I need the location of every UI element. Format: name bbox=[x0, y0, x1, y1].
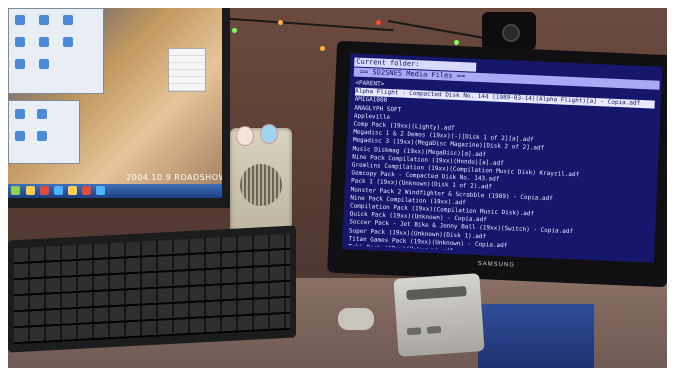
start-button-icon bbox=[11, 186, 20, 195]
folder-icon bbox=[63, 15, 73, 25]
taskbar-app-icon bbox=[68, 186, 77, 195]
keyboard bbox=[8, 225, 296, 353]
monitor-brand: SAMSUNG bbox=[477, 261, 516, 269]
folder-icon bbox=[63, 37, 73, 47]
webcam bbox=[482, 12, 536, 50]
figurine bbox=[236, 126, 254, 146]
figurine bbox=[260, 124, 278, 144]
cartridge-slot bbox=[406, 286, 467, 301]
taskbar bbox=[8, 184, 222, 198]
desktop-screen: 2004.10.9 ROADSHOW bbox=[8, 8, 222, 198]
taskbar-app-icon bbox=[26, 186, 35, 195]
folder-icon bbox=[39, 37, 49, 47]
taskbar-app-icon bbox=[40, 186, 49, 195]
photo: 2004.10.9 ROADSHOW Current folder: == SD… bbox=[8, 8, 667, 368]
string-light bbox=[454, 40, 459, 45]
folder-icon bbox=[37, 109, 47, 119]
file-explorer-window bbox=[8, 100, 80, 164]
controller bbox=[338, 308, 374, 330]
string-light bbox=[278, 20, 283, 25]
string-light bbox=[320, 46, 325, 51]
folder-icon bbox=[15, 37, 25, 47]
blue-box bbox=[478, 304, 594, 368]
file-list: <PARENT> Alpha Flight - Compacted Disk No… bbox=[348, 80, 655, 258]
taskbar-app-icon bbox=[54, 186, 63, 195]
folder-icon bbox=[39, 15, 49, 25]
keyboard-keys bbox=[14, 233, 290, 345]
right-monitor: Current folder: == SD2SNES Media Files =… bbox=[327, 40, 667, 288]
snes-console bbox=[393, 273, 485, 357]
left-monitor: 2004.10.9 ROADSHOW bbox=[8, 8, 230, 208]
wallpaper-watermark: 2004.10.9 ROADSHOW bbox=[126, 173, 222, 182]
taskbar-app-icon bbox=[96, 186, 105, 195]
folder-icon bbox=[39, 59, 49, 69]
string-light bbox=[376, 20, 381, 25]
folder-icon bbox=[15, 59, 25, 69]
string-light bbox=[232, 28, 237, 33]
speaker-grille bbox=[240, 164, 282, 206]
calendar-widget bbox=[168, 48, 206, 92]
folder-icon bbox=[15, 131, 25, 141]
taskbar-app-icon bbox=[82, 186, 91, 195]
sd2snes-menu-screen: Current folder: == SD2SNES Media Files =… bbox=[342, 53, 663, 263]
file-explorer-window bbox=[8, 8, 104, 94]
folder-icon bbox=[37, 131, 47, 141]
webcam-lens bbox=[502, 24, 520, 42]
folder-icon bbox=[15, 15, 25, 25]
folder-icon bbox=[15, 109, 25, 119]
reset-button bbox=[426, 325, 442, 334]
power-switch bbox=[406, 327, 422, 336]
